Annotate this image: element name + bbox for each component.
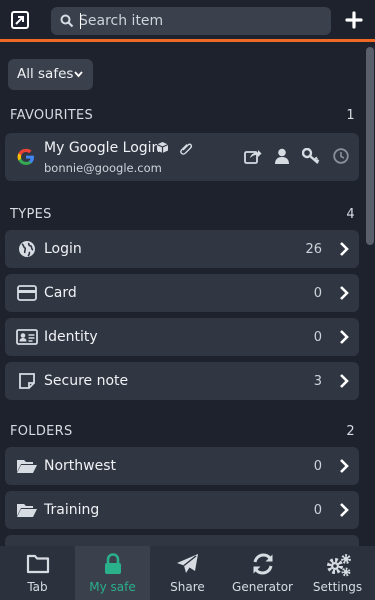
type-label: Login xyxy=(44,241,82,257)
type-item-card[interactable]: Card 0 xyxy=(5,274,359,312)
folder-open-icon xyxy=(17,460,37,473)
favourites-heading: FAVOURITES 1 xyxy=(10,108,355,123)
favourite-actions xyxy=(243,148,349,167)
folder-count: 0 xyxy=(313,503,322,518)
favourite-title: My Google Login xyxy=(44,140,161,156)
chevron-right-icon xyxy=(340,503,349,517)
chevron-right-icon xyxy=(340,459,349,473)
search-box[interactable] xyxy=(51,7,331,35)
text-cursor xyxy=(80,13,81,29)
tab-label: My safe xyxy=(89,580,136,594)
folder-label: Northwest xyxy=(44,458,117,474)
tab-label: Settings xyxy=(312,580,363,594)
type-label: Secure note xyxy=(44,373,129,389)
google-logo-icon xyxy=(17,148,34,165)
type-count: 3 xyxy=(313,374,322,389)
paperclip-icon xyxy=(180,143,193,155)
folder-open-icon xyxy=(17,504,37,517)
folders-heading: FOLDERS 2 xyxy=(10,424,355,439)
folders-count: 2 xyxy=(346,424,355,439)
share-icon[interactable] xyxy=(243,148,262,164)
tab-share[interactable]: Share xyxy=(150,546,225,600)
folder-count: 0 xyxy=(313,459,322,474)
clock-icon[interactable] xyxy=(333,148,349,164)
types-count: 4 xyxy=(346,207,355,222)
chevron-right-icon xyxy=(340,286,349,300)
type-label: Card xyxy=(44,285,77,301)
top-bar xyxy=(0,0,375,42)
key-icon[interactable] xyxy=(301,148,321,164)
add-item-icon[interactable] xyxy=(345,11,363,29)
cube-icon xyxy=(156,142,169,153)
chevron-right-icon xyxy=(340,242,349,256)
tab-generator[interactable]: Generator xyxy=(225,546,300,600)
tab-settings[interactable]: Settings xyxy=(300,546,375,600)
folder-item-training[interactable]: Training 0 xyxy=(5,491,359,529)
lock-icon xyxy=(105,553,121,574)
type-label: Identity xyxy=(44,329,98,345)
folder-label: Training xyxy=(44,502,100,518)
favourite-subtitle: bonnie@google.com xyxy=(44,161,162,175)
folder-item-partial[interactable] xyxy=(5,535,359,546)
favourite-badges xyxy=(156,141,193,160)
bottom-nav: Tab My safe Share Generator Settings xyxy=(0,546,375,600)
paper-plane-icon xyxy=(177,554,198,573)
types-heading: TYPES 4 xyxy=(10,207,355,222)
tab-label: Tab xyxy=(27,580,48,594)
search-input[interactable] xyxy=(79,11,319,31)
note-icon xyxy=(19,373,35,389)
chevron-right-icon xyxy=(340,330,349,344)
chevron-down-icon xyxy=(74,71,83,78)
safes-dropdown-label: All safes xyxy=(17,66,74,82)
scrollbar-thumb[interactable] xyxy=(366,47,374,245)
tab-my-safe[interactable]: My safe xyxy=(75,546,150,600)
globe-icon xyxy=(19,241,35,257)
tab-tab[interactable]: Tab xyxy=(0,546,75,600)
user-icon[interactable] xyxy=(274,148,290,164)
type-item-identity[interactable]: Identity 0 xyxy=(5,318,359,356)
type-count: 0 xyxy=(313,286,322,301)
safes-dropdown[interactable]: All safes xyxy=(8,59,93,90)
folder-icon xyxy=(26,554,50,574)
chevron-right-icon xyxy=(340,374,349,388)
type-item-login[interactable]: Login 26 xyxy=(5,230,359,268)
id-card-icon xyxy=(16,329,38,345)
search-icon xyxy=(60,14,74,28)
gears-icon xyxy=(327,554,351,577)
tab-label: Generator xyxy=(232,580,293,594)
favourite-item[interactable]: My Google Login bonnie@google.com xyxy=(5,133,359,181)
credit-card-icon xyxy=(17,285,37,301)
tab-label: Share xyxy=(170,580,205,594)
folder-item-northwest[interactable]: Northwest 0 xyxy=(5,447,359,485)
main-content: All safes FAVOURITES 1 My Google Login b… xyxy=(0,45,365,546)
popout-icon[interactable] xyxy=(10,10,30,30)
type-item-secure-note[interactable]: Secure note 3 xyxy=(5,362,359,400)
refresh-icon xyxy=(253,553,273,575)
type-count: 0 xyxy=(313,330,322,345)
type-count: 26 xyxy=(305,242,322,257)
favourites-count: 1 xyxy=(346,108,355,123)
